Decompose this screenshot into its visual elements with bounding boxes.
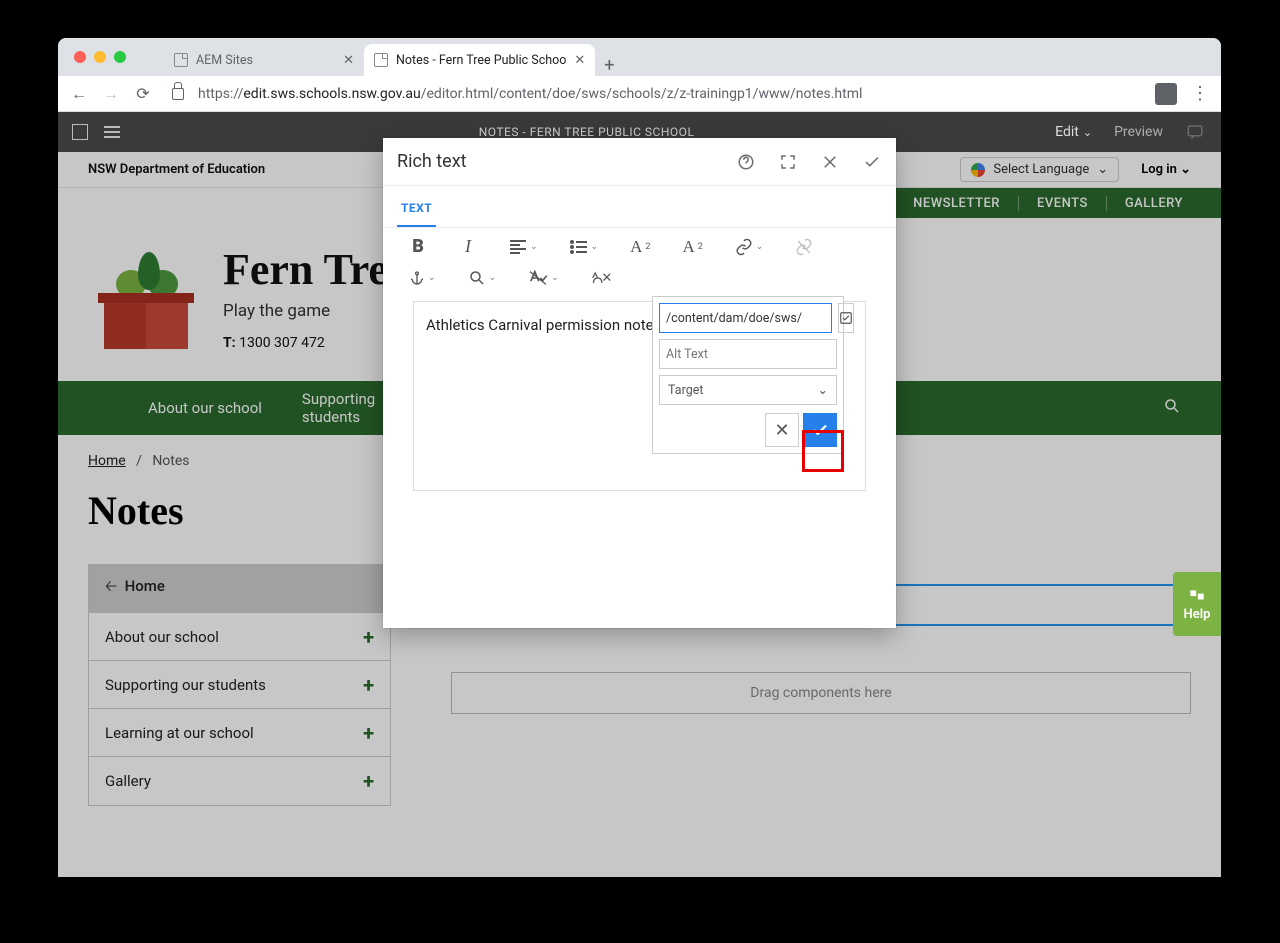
findreplace-icon[interactable]: ⌄ <box>468 269 497 287</box>
school-name: Fern Tree <box>223 244 408 295</box>
window-controls <box>68 38 134 76</box>
crumb-current: Notes <box>152 453 189 469</box>
page-icon <box>174 53 188 67</box>
reload-button[interactable]: ⟳ <box>134 84 152 103</box>
expand-icon[interactable]: + <box>363 721 374 745</box>
chevron-down-icon: ⌄ <box>818 382 828 398</box>
list-icon[interactable]: ⌄ <box>570 240 599 254</box>
expand-icon[interactable]: + <box>363 673 374 697</box>
search-icon[interactable] <box>1163 397 1181 419</box>
link-path-input[interactable] <box>659 303 832 333</box>
nav-about[interactable]: About our school <box>128 399 282 417</box>
tab-title: AEM Sites <box>196 53 253 68</box>
sidebar-nav: 🡠 Home About our school+ Supporting our … <box>88 564 391 806</box>
address-bar: ← → ⟳ https://edit.sws.schools.nsw.gov.a… <box>58 76 1221 112</box>
nav-gallery[interactable]: GALLERY <box>1106 196 1201 211</box>
minimize-window[interactable] <box>94 51 106 63</box>
aem-page-title: NOTES - FERN TREE PUBLIC SCHOOL <box>134 125 1039 139</box>
fullscreen-icon[interactable] <box>778 152 798 172</box>
help-tab[interactable]: Help <box>1173 572 1221 636</box>
tab-strip: AEM Sites ✕ Notes - Fern Tree Public Sch… <box>58 38 1221 76</box>
spellcheck-icon[interactable]: ⌄ <box>528 270 559 286</box>
sidebar-learning[interactable]: Learning at our school+ <box>89 709 390 757</box>
done-icon[interactable] <box>862 152 882 172</box>
nav-events[interactable]: EVENTS <box>1018 196 1106 211</box>
browser-tab-notes[interactable]: Notes - Fern Tree Public Schoo ✕ <box>364 44 595 76</box>
close-icon[interactable] <box>820 152 840 172</box>
new-tab-button[interactable]: + <box>595 55 623 76</box>
link-apply-button[interactable] <box>803 413 837 447</box>
language-selector[interactable]: Select Language ⌄ <box>960 157 1119 182</box>
close-tab-icon[interactable]: ✕ <box>574 53 585 68</box>
chevron-down-icon: ⌄ <box>1180 162 1191 177</box>
unlink-icon[interactable] <box>795 238 813 256</box>
school-phone: T: 1300 307 472 <box>223 335 408 351</box>
back-button[interactable]: ← <box>70 84 88 104</box>
anchor-icon[interactable]: ⌄ <box>409 269 436 287</box>
page-info-icon[interactable] <box>104 126 120 138</box>
maximize-window[interactable] <box>114 51 126 63</box>
preview-mode[interactable]: Preview <box>1114 124 1163 140</box>
help-icon[interactable] <box>736 152 756 172</box>
sidebar-gallery[interactable]: Gallery+ <box>89 757 390 805</box>
expand-icon[interactable]: + <box>363 769 374 793</box>
target-select[interactable]: Target ⌄ <box>659 375 837 405</box>
crumb-home[interactable]: Home <box>88 453 126 469</box>
browser-window: AEM Sites ✕ Notes - Fern Tree Public Sch… <box>58 38 1221 877</box>
google-icon <box>971 163 985 177</box>
path-picker-icon[interactable] <box>838 303 854 333</box>
rte-toolbar: B I ⌄ ⌄ A2 A2 ⌄ ⌄ ⌄ ⌄ <box>383 228 896 295</box>
sidebar-about[interactable]: About our school+ <box>89 613 390 661</box>
side-panel-icon[interactable] <box>72 124 88 140</box>
sidebar-home[interactable]: 🡠 Home <box>89 565 390 613</box>
sidebar-supporting[interactable]: Supporting our students+ <box>89 661 390 709</box>
dialog-title: Rich text <box>397 151 467 172</box>
browser-tab-aem[interactable]: AEM Sites ✕ <box>164 44 364 76</box>
dept-label: NSW Department of Education <box>88 162 265 177</box>
menu-icon[interactable]: ⋮ <box>1191 83 1209 104</box>
close-window[interactable] <box>74 51 86 63</box>
expand-icon[interactable]: + <box>363 625 374 649</box>
bold-icon[interactable]: B <box>409 236 427 257</box>
link-cancel-button[interactable]: ✕ <box>765 413 799 447</box>
specialchar-icon[interactable] <box>591 271 611 285</box>
page-icon <box>374 53 388 67</box>
school-logo <box>98 244 193 349</box>
align-icon[interactable]: ⌄ <box>509 240 538 254</box>
link-icon[interactable]: ⌄ <box>735 238 764 256</box>
superscript-icon[interactable]: A2 <box>682 237 702 257</box>
link-popover: Target ⌄ ✕ <box>652 296 844 454</box>
url-field[interactable]: https://edit.sws.schools.nsw.gov.au/edit… <box>198 86 1141 102</box>
nav-supporting[interactable]: Supportingstudents <box>282 390 395 426</box>
alt-text-input[interactable] <box>659 339 837 369</box>
chevron-down-icon: ⌄ <box>1097 162 1108 177</box>
tab-text[interactable]: TEXT <box>397 201 436 227</box>
close-tab-icon[interactable]: ✕ <box>343 53 354 68</box>
school-tagline: Play the game <box>223 301 408 321</box>
profile-icon[interactable] <box>1155 83 1177 105</box>
italic-icon[interactable]: I <box>459 236 477 257</box>
lock-icon <box>172 88 184 100</box>
login-link[interactable]: Log in ⌄ <box>1141 162 1191 177</box>
annotate-icon[interactable] <box>1185 122 1205 142</box>
component-dropzone[interactable]: Drag components here <box>451 672 1191 714</box>
subscript-icon[interactable]: A2 <box>630 237 650 257</box>
forward-button[interactable]: → <box>102 84 120 104</box>
nav-newsletter[interactable]: NEWSLETTER <box>894 196 1018 211</box>
tab-title: Notes - Fern Tree Public Schoo <box>396 53 566 68</box>
edit-mode[interactable]: Edit⌄ <box>1055 124 1092 140</box>
